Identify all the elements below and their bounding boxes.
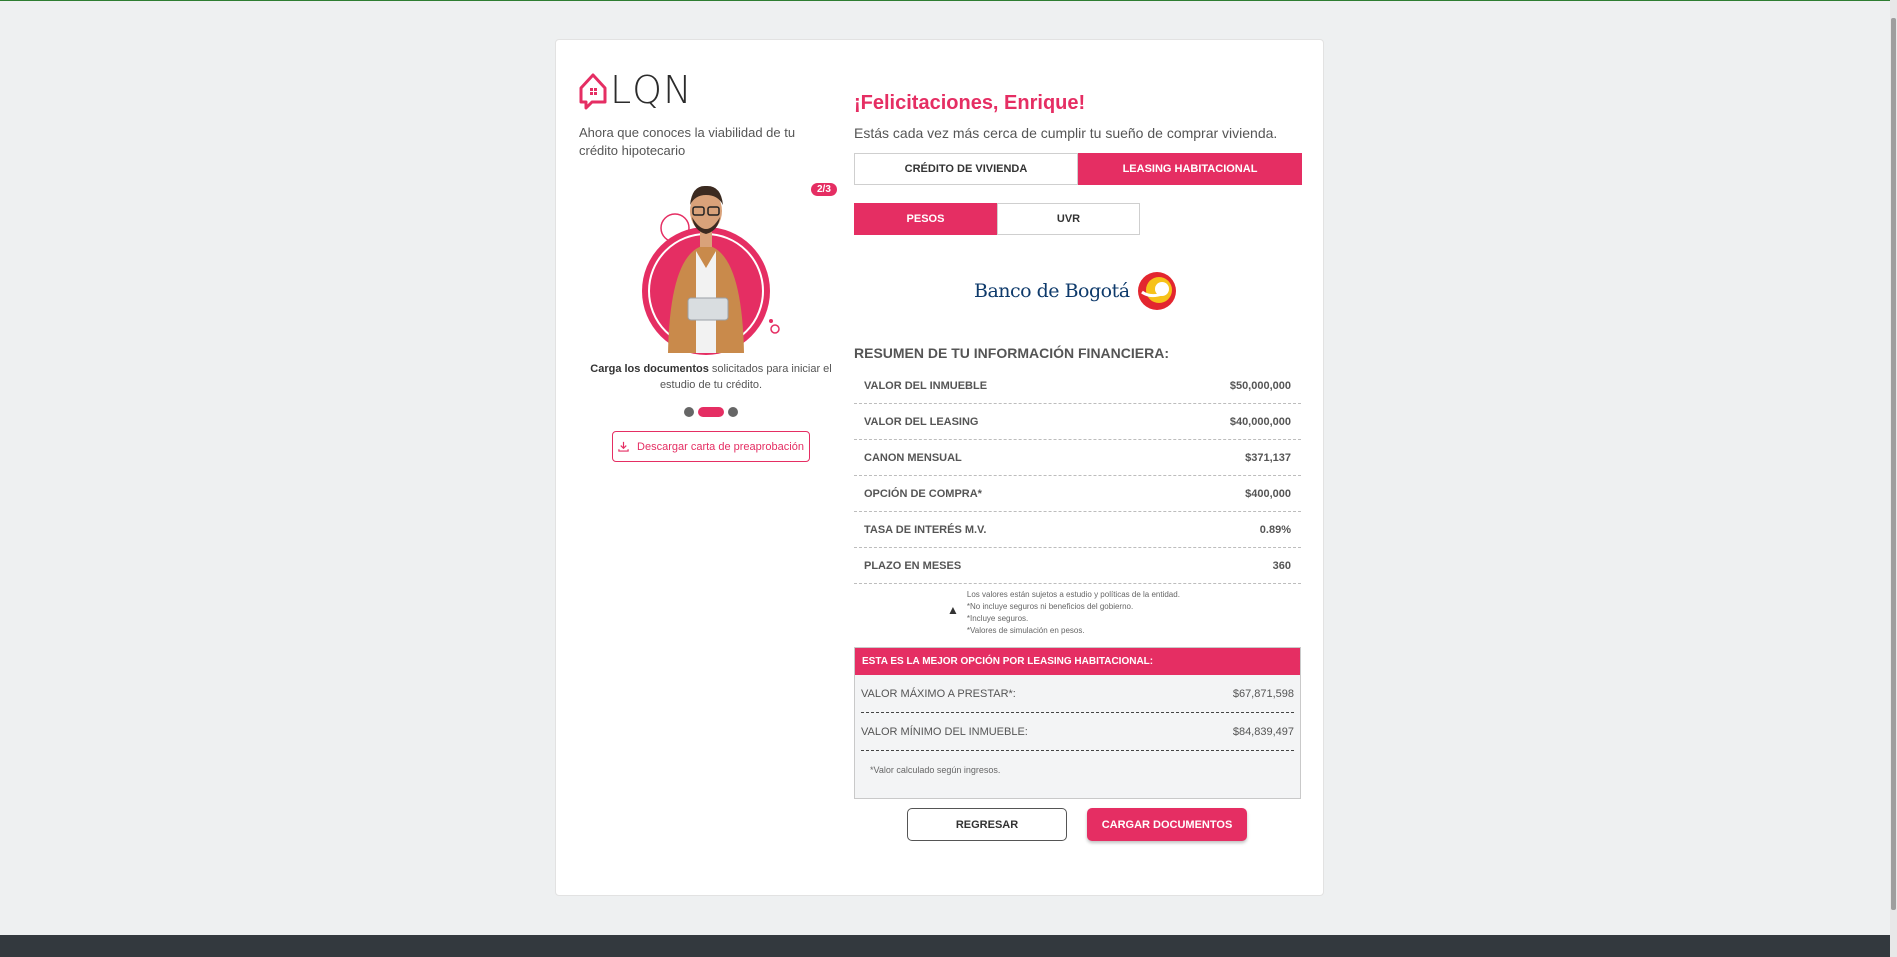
disclaimer-line: *Valores de simulación en pesos. — [966, 626, 1085, 635]
summary-label: VALOR DEL LEASING — [864, 415, 979, 428]
preapproval-card: LQN Ahora que conoces la viabilidad de t… — [555, 39, 1324, 896]
summary-label: CANON MENSUAL — [864, 451, 962, 464]
disclaimer-lines: Los valores están sujetos a estudio y po… — [967, 589, 1180, 637]
vertical-scrollbar[interactable] — [1890, 0, 1897, 957]
intro-text: Ahora que conoces la viabilidad de tu cr… — [579, 125, 796, 158]
summary-value: $371,137 — [1245, 451, 1291, 464]
bank-name: Banco de Bogotá — [974, 280, 1130, 302]
best-option-box: ESTA ES LA MEJOR OPCIÓN POR LEASING HABI… — [854, 647, 1301, 799]
upload-instructions: Carga los documentos solicitados para in… — [578, 361, 844, 393]
back-button[interactable]: REGRESAR — [907, 808, 1067, 841]
summary-row: OPCIÓN DE COMPRA* $400,000 — [854, 476, 1301, 512]
currency-tabs: PESOS UVR — [854, 203, 1140, 235]
page-footer — [0, 935, 1890, 957]
best-option-label: VALOR MÍNIMO DEL INMUEBLE: — [861, 725, 1028, 738]
summary-label: PLAZO EN MESES — [864, 559, 962, 572]
warning-icon: ▲ — [947, 603, 959, 617]
house-logo-icon — [579, 73, 607, 110]
step-badge: 2/3 — [811, 183, 837, 196]
best-option-value: $84,839,497 — [1232, 725, 1294, 738]
disclaimer-note: ▲ Los valores están sujetos a estudio y … — [947, 589, 1180, 637]
summary-value: $40,000,000 — [1229, 415, 1291, 428]
summary-value: $400,000 — [1245, 487, 1291, 500]
summary-row: CANON MENSUAL $371,137 — [854, 440, 1301, 476]
product-tabs: CRÉDITO DE VIVIENDA LEASING HABITACIONAL — [854, 153, 1302, 185]
summary-label: TASA DE INTERÉS M.V. — [864, 523, 987, 536]
page-subtitle: Estás cada vez más cerca de cumplir tu s… — [854, 125, 1278, 141]
summary-label: VALOR DEL INMUEBLE — [864, 379, 988, 392]
disclaimer-line: *No incluye seguros ni beneficios del go… — [966, 602, 1134, 611]
tab-leasing-habitacional[interactable]: LEASING HABITACIONAL — [1078, 153, 1302, 185]
carousel-dots — [684, 407, 738, 417]
summary-row: VALOR DEL INMUEBLE $50,000,000 — [854, 368, 1301, 404]
disclaimer-line: *Incluye seguros. — [966, 614, 1029, 623]
best-option-row: VALOR MÁXIMO A PRESTAR*: $67,871,598 — [861, 675, 1294, 713]
upload-documents-button[interactable]: CARGAR DOCUMENTOS — [1087, 808, 1247, 841]
summary-label: OPCIÓN DE COMPRA* — [864, 487, 982, 500]
tab-pesos[interactable]: PESOS — [854, 203, 997, 235]
summary-row: VALOR DEL LEASING $40,000,000 — [854, 404, 1301, 440]
summary-row: PLAZO EN MESES 360 — [854, 548, 1301, 584]
tab-credito-vivienda[interactable]: CRÉDITO DE VIVIENDA — [854, 153, 1078, 185]
download-letter-label: Descargar carta de preaprobación — [637, 440, 804, 453]
best-option-title: ESTA ES LA MEJOR OPCIÓN POR LEASING HABI… — [855, 648, 1300, 675]
lqn-logo: LQN — [578, 68, 693, 112]
scrollbar-thumb[interactable] — [1891, 18, 1896, 910]
summary-value: $50,000,000 — [1229, 379, 1291, 392]
summary-row: TASA DE INTERÉS M.V. 0.89% — [854, 512, 1301, 548]
carousel-dot-1[interactable] — [684, 407, 694, 417]
top-border — [0, 0, 1897, 1]
carousel-dot-3[interactable] — [728, 407, 738, 417]
summary-title: RESUMEN DE TU INFORMACIÓN FINANCIERA: — [854, 345, 1169, 361]
bank-emblem-icon — [1137, 272, 1176, 310]
best-option-row: VALOR MÍNIMO DEL INMUEBLE: $84,839,497 — [861, 713, 1294, 751]
best-option-value: $67,871,598 — [1232, 687, 1294, 700]
tab-uvr[interactable]: UVR — [997, 203, 1140, 235]
carousel-dot-2[interactable] — [698, 407, 724, 417]
summary-value: 0.89% — [1259, 523, 1291, 536]
logo-text: LQN — [610, 68, 693, 112]
summary-value: 360 — [1272, 559, 1291, 572]
download-letter-button[interactable]: Descargar carta de preaprobación — [612, 431, 810, 462]
best-option-footnote: *Valor calculado según ingresos. — [870, 765, 1001, 775]
person-illustration — [638, 173, 788, 363]
bank-logo: Banco de Bogotá — [974, 270, 1178, 312]
best-option-label: VALOR MÁXIMO A PRESTAR*: — [861, 687, 1016, 700]
disclaimer-line: Los valores están sujetos a estudio y po… — [966, 590, 1180, 599]
download-icon — [618, 441, 629, 452]
upload-instructions-bold: Carga los documentos — [590, 363, 709, 375]
financial-summary: VALOR DEL INMUEBLE $50,000,000 VALOR DEL … — [854, 368, 1301, 584]
page-title: ¡Felicitaciones, Enrique! — [854, 92, 1086, 114]
